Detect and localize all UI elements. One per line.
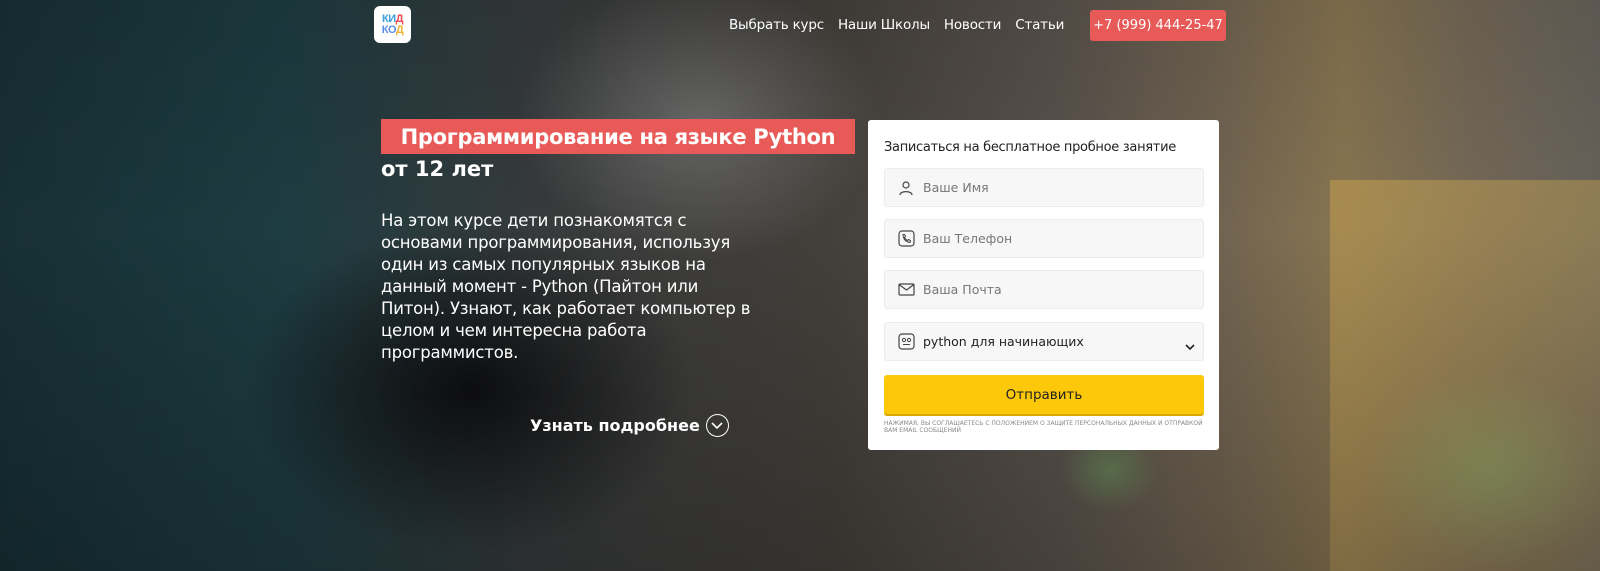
logo[interactable]: КИД КОД xyxy=(374,6,411,43)
chevron-down-circle-icon xyxy=(705,414,729,437)
phone-field[interactable] xyxy=(884,219,1204,258)
signup-form: Записаться на бесплатное пробное занятие… xyxy=(868,120,1219,450)
phone-button[interactable]: +7 (999) 444-25-47 xyxy=(1090,10,1226,41)
email-field[interactable] xyxy=(884,270,1204,309)
learn-more-label: Узнать подробнее xyxy=(530,416,700,435)
form-title: Записаться на бесплатное пробное занятие xyxy=(884,140,1176,155)
site-header: КИД КОД Выбрать курс Наши Школы Новости … xyxy=(0,0,1600,50)
name-field[interactable] xyxy=(884,168,1204,207)
email-input[interactable] xyxy=(923,282,1203,297)
nav-item-news[interactable]: Новости xyxy=(944,17,1001,33)
page-title: Программирование на языке Python xyxy=(381,119,855,154)
name-input[interactable] xyxy=(923,180,1203,195)
nav-item-courses[interactable]: Выбрать курс xyxy=(729,17,824,33)
course-select[interactable]: python для начинающих xyxy=(884,322,1204,361)
background-decor xyxy=(1330,180,1600,571)
course-description: На этом курсе дети познакомятся с основа… xyxy=(381,211,751,362)
learn-more-link[interactable]: Узнать подробнее xyxy=(530,414,729,437)
nav-item-articles[interactable]: Статьи xyxy=(1015,17,1064,33)
course-icon xyxy=(897,333,915,351)
mail-icon xyxy=(897,281,915,299)
phone-input[interactable] xyxy=(923,231,1203,246)
chevron-down-icon xyxy=(1185,336,1195,355)
nav-item-schools[interactable]: Наши Школы xyxy=(838,17,930,33)
consent-text: Нажимая, вы соглашаетесь с положением о … xyxy=(884,420,1203,434)
phone-icon xyxy=(897,230,915,248)
main-nav: Выбрать курс Наши Школы Новости Статьи xyxy=(729,17,1064,33)
age-label: от 12 лет xyxy=(381,157,494,181)
course-select-value: python для начинающих xyxy=(923,334,1084,349)
user-icon xyxy=(897,179,915,197)
submit-button[interactable]: Отправить xyxy=(884,375,1204,416)
